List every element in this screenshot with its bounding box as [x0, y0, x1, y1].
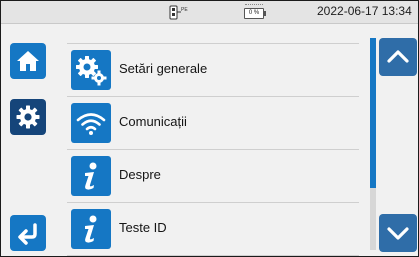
left-nav	[1, 24, 56, 256]
menu-item-test-ids[interactable]: Teste ID	[67, 203, 359, 256]
chevron-down-icon	[387, 227, 409, 240]
menu-item-about[interactable]: Despre	[67, 150, 359, 203]
menu-item-general-settings[interactable]: Setări generale	[67, 44, 359, 97]
menu-item-label: Comunicații	[119, 114, 187, 129]
back-arrow-icon	[18, 223, 37, 245]
gears-icon	[76, 56, 107, 86]
device-screen: PE 0 % 2022-06-17 13:34 Setări generale …	[0, 0, 419, 257]
gear-icon	[16, 105, 40, 129]
info-icon	[85, 215, 97, 243]
back-button[interactable]	[10, 215, 46, 251]
menu-item-icon-box	[71, 209, 111, 249]
wifi-icon	[76, 113, 106, 135]
menu-item-communications[interactable]: Comunicații	[67, 97, 359, 150]
settings-button[interactable]	[10, 99, 46, 135]
menu-item-icon-box	[71, 103, 111, 143]
menu-item-label: Teste ID	[119, 220, 167, 235]
menu-item-icon-box	[71, 156, 111, 196]
date-time: 2022-06-17 13:34	[317, 4, 412, 18]
scrollbar-thumb[interactable]	[370, 38, 376, 188]
scroll-controls	[363, 24, 418, 256]
battery-icon: 0 %	[244, 8, 266, 19]
menu-item-label: Despre	[119, 167, 161, 182]
home-button[interactable]	[10, 43, 46, 79]
settings-menu: Setări generale Comunicații Despre Teste…	[59, 24, 361, 256]
status-bar: PE 0 % 2022-06-17 13:34	[1, 1, 418, 24]
plug-label: PE	[181, 7, 188, 13]
menu-item-icon-box	[71, 50, 111, 90]
chevron-up-icon	[387, 50, 409, 63]
menu-item-label: Setări generale	[119, 61, 208, 76]
info-icon	[85, 162, 97, 190]
scroll-up-button[interactable]	[379, 38, 417, 76]
home-icon	[17, 51, 39, 71]
battery-percent: 0 %	[248, 10, 260, 16]
scroll-down-button[interactable]	[379, 214, 417, 252]
